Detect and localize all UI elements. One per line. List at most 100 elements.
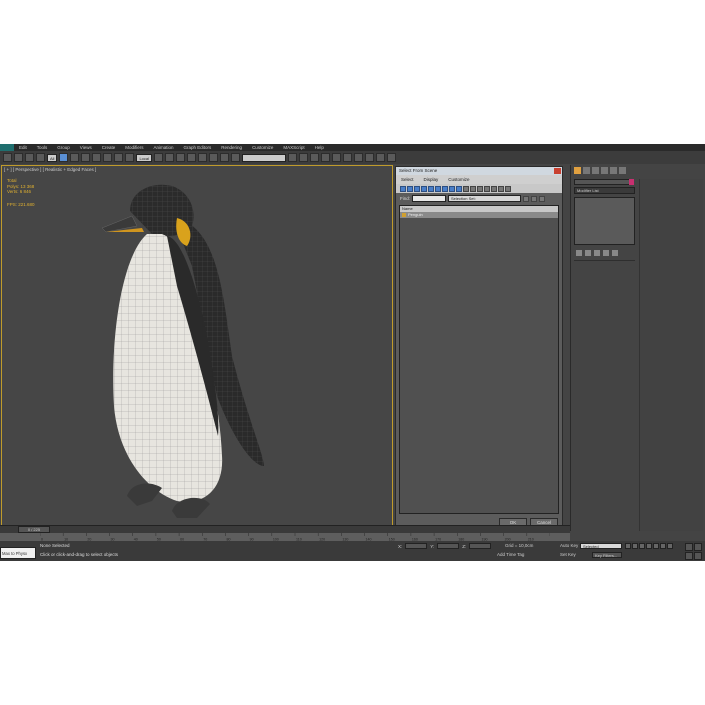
menu-modifiers[interactable]: Modifiers: [120, 144, 148, 151]
snap-icon[interactable]: [187, 153, 197, 162]
hierarchy-icon[interactable]: [491, 185, 497, 192]
layer-manager-icon[interactable]: [310, 153, 320, 162]
motion-tab-icon[interactable]: [601, 167, 608, 174]
scene-object-list[interactable]: Name Penguin: [399, 205, 559, 514]
go-to-start-icon[interactable]: [625, 543, 631, 549]
rotate-icon[interactable]: [114, 153, 124, 162]
menu-animation[interactable]: Animation: [149, 144, 179, 151]
hierarchy-tab-icon[interactable]: [592, 167, 599, 174]
maxscript-listener[interactable]: Max to Physx: [0, 547, 36, 559]
penguin-model[interactable]: [2, 166, 393, 531]
align-icon[interactable]: [299, 153, 309, 162]
scale-icon[interactable]: [125, 153, 135, 162]
move-icon[interactable]: [103, 153, 113, 162]
show-end-result-icon[interactable]: [585, 249, 591, 256]
menu-edit[interactable]: Edit: [14, 144, 32, 151]
time-slider[interactable]: 0 / 225: [0, 525, 570, 533]
keyboard-shortcut-icon[interactable]: [176, 153, 186, 162]
curve-editor-icon[interactable]: [332, 153, 342, 162]
redo-icon[interactable]: [14, 153, 23, 162]
select-all-icon[interactable]: [523, 195, 530, 202]
track-bar[interactable]: 0 10 20 30 40 50 60 70 80 90 100 110 120 130 140 150 160…: [0, 533, 570, 541]
modify-tab-icon[interactable]: [583, 167, 590, 174]
select-invert-icon[interactable]: [539, 195, 546, 202]
select-object-icon[interactable]: [59, 153, 69, 162]
display-shapes-icon[interactable]: [407, 185, 413, 192]
set-key-button[interactable]: Set Key: [560, 552, 576, 557]
dialog-menu-select[interactable]: Select: [396, 177, 419, 182]
rectangle-selection-icon[interactable]: [81, 153, 91, 162]
sort-icon[interactable]: [484, 185, 490, 192]
orbit-icon[interactable]: [694, 552, 702, 560]
filter-icon[interactable]: [498, 185, 504, 192]
list-item[interactable]: Penguin: [400, 212, 558, 218]
schematic-view-icon[interactable]: [343, 153, 353, 162]
menu-tools[interactable]: Tools: [32, 144, 53, 151]
key-filters-button[interactable]: Key Filters...: [592, 552, 622, 558]
rendered-frame-window-icon[interactable]: [376, 153, 386, 162]
select-by-name-icon[interactable]: [70, 153, 80, 162]
angle-snap-icon[interactable]: [198, 153, 208, 162]
pan-icon[interactable]: [685, 552, 693, 560]
menu-views[interactable]: Views: [75, 144, 97, 151]
object-color-swatch[interactable]: [629, 179, 634, 185]
y-coordinate-field[interactable]: [437, 543, 460, 549]
remove-modifier-icon[interactable]: [603, 249, 609, 256]
undo-icon[interactable]: [3, 153, 12, 162]
z-coordinate-field[interactable]: [469, 543, 492, 549]
play-icon[interactable]: [639, 543, 645, 549]
x-coordinate-field[interactable]: [405, 543, 428, 549]
display-none-icon[interactable]: [470, 185, 476, 192]
dialog-menu-customize[interactable]: Customize: [443, 177, 474, 182]
pivot-center-icon[interactable]: [154, 153, 164, 162]
create-tab-icon[interactable]: [574, 167, 581, 174]
find-input[interactable]: [412, 195, 447, 202]
auto-key-button[interactable]: Auto Key: [560, 543, 578, 548]
named-selection-sets-dropdown[interactable]: [242, 153, 287, 162]
next-frame-icon[interactable]: [646, 543, 652, 549]
auto-key-dropdown[interactable]: Selected: [580, 543, 622, 549]
time-config-icon[interactable]: [667, 543, 673, 549]
time-slider-handle[interactable]: 0 / 225: [18, 526, 50, 533]
menu-maxscript[interactable]: MAXScript: [278, 144, 309, 151]
menu-group[interactable]: Group: [52, 144, 75, 151]
display-groups-icon[interactable]: [442, 185, 448, 192]
selection-filter-dropdown[interactable]: All: [47, 153, 58, 162]
object-name-field[interactable]: [574, 179, 634, 185]
display-invert-icon[interactable]: [477, 185, 483, 192]
modifier-list-dropdown[interactable]: Modifier List: [574, 187, 635, 194]
link-icon[interactable]: [25, 153, 34, 162]
selection-set-dropdown[interactable]: Selection Set:: [448, 195, 522, 202]
make-unique-icon[interactable]: [594, 249, 600, 256]
menu-rendering[interactable]: Rendering: [216, 144, 247, 151]
display-geometry-icon[interactable]: [400, 185, 406, 192]
utilities-tab-icon[interactable]: [619, 167, 626, 174]
display-tab-icon[interactable]: [610, 167, 617, 174]
app-logo-icon[interactable]: [0, 144, 14, 151]
unlink-icon[interactable]: [36, 153, 45, 162]
go-to-end-icon[interactable]: [653, 543, 659, 549]
pin-stack-icon[interactable]: [576, 249, 582, 256]
menu-help[interactable]: Help: [310, 144, 329, 151]
options-icon[interactable]: [505, 185, 511, 192]
close-icon[interactable]: [554, 168, 561, 174]
menu-customize[interactable]: Customize: [247, 144, 278, 151]
display-cameras-icon[interactable]: [421, 185, 427, 192]
modifier-stack[interactable]: [574, 197, 635, 245]
display-lights-icon[interactable]: [414, 185, 420, 192]
key-mode-icon[interactable]: [660, 543, 666, 549]
select-manipulate-icon[interactable]: [165, 153, 175, 162]
material-editor-icon[interactable]: [354, 153, 364, 162]
select-none-icon[interactable]: [531, 195, 538, 202]
reference-coordinate-dropdown[interactable]: Local: [136, 153, 153, 162]
perspective-viewport[interactable]: [ + ] [ Perspective ] [ Realistic + Edge…: [1, 165, 393, 531]
display-all-icon[interactable]: [463, 185, 469, 192]
add-time-tag[interactable]: Add Time Tag: [497, 552, 524, 557]
render-production-icon[interactable]: [387, 153, 397, 162]
percent-snap-icon[interactable]: [209, 153, 219, 162]
render-setup-icon[interactable]: [365, 153, 375, 162]
spinner-snap-icon[interactable]: [220, 153, 230, 162]
display-helpers-icon[interactable]: [428, 185, 434, 192]
dialog-menu-display[interactable]: Display: [419, 177, 444, 182]
menu-create[interactable]: Create: [97, 144, 121, 151]
